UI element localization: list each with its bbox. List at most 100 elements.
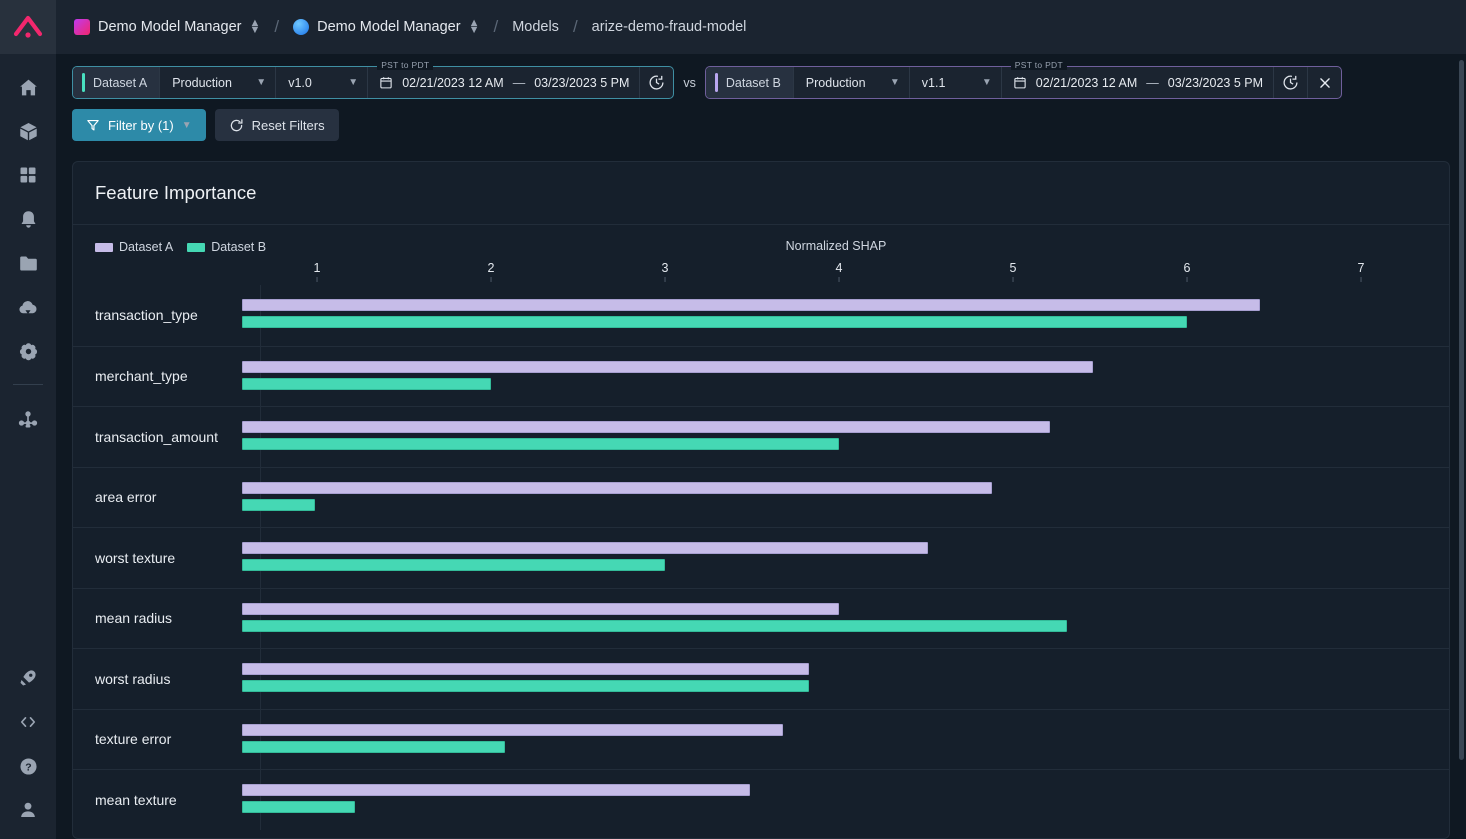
chart-rows: transaction_type merchant_type transaction… bbox=[73, 285, 1449, 838]
chart-row[interactable]: mean radius bbox=[73, 587, 1449, 648]
breadcrumb-org[interactable]: Demo Model Manager ▲ ▼ bbox=[293, 18, 480, 36]
chart-row[interactable]: texture error bbox=[73, 708, 1449, 770]
row-plot bbox=[242, 347, 1449, 407]
dataset-a-label: Dataset A bbox=[93, 75, 148, 90]
chart-row[interactable]: mean texture bbox=[73, 769, 1449, 830]
x-tick-label: 5 bbox=[1009, 261, 1017, 275]
bar-dataset-a[interactable] bbox=[242, 723, 784, 736]
x-tick-mark bbox=[1012, 277, 1014, 282]
x-tick-mark bbox=[490, 277, 492, 282]
x-tick-5: 5 bbox=[1009, 261, 1017, 282]
bar-dataset-b[interactable] bbox=[242, 680, 810, 692]
bar-dataset-a[interactable] bbox=[242, 542, 928, 554]
chart-row[interactable]: worst radius bbox=[73, 648, 1449, 709]
reset-filters-button[interactable]: Reset Filters bbox=[214, 109, 339, 141]
tracing-node-icon[interactable] bbox=[9, 405, 47, 435]
help-question-icon[interactable]: ? bbox=[9, 751, 47, 781]
breadcrumb-separator: / bbox=[274, 17, 280, 36]
row-plot bbox=[242, 407, 1449, 467]
bar-dataset-b[interactable] bbox=[242, 801, 356, 813]
bar-dataset-b[interactable] bbox=[242, 377, 491, 390]
dataset-b-environment-select[interactable]: Production ▼ bbox=[792, 67, 909, 98]
bar-dataset-a[interactable] bbox=[242, 602, 839, 615]
dataset-a-version-select[interactable]: v1.0 ▼ bbox=[275, 67, 367, 98]
rocket-icon[interactable] bbox=[9, 663, 47, 693]
bar-dataset-a[interactable] bbox=[242, 299, 1261, 311]
filters-row: Filter by (1) ▼ Reset Filters bbox=[72, 109, 1450, 153]
breadcrumb-model[interactable]: arize-demo-fraud-model bbox=[592, 19, 747, 35]
space-switcher-icon[interactable]: ▲ ▼ bbox=[249, 18, 260, 36]
x-tick-2: 2 bbox=[488, 261, 494, 282]
x-tick-label: 7 bbox=[1357, 261, 1365, 275]
space-avatar-icon bbox=[74, 19, 90, 35]
bar-dataset-a[interactable] bbox=[242, 481, 993, 494]
app-logo[interactable] bbox=[0, 0, 56, 54]
filter-by-button[interactable]: Filter by (1) ▼ bbox=[72, 109, 206, 141]
breadcrumb-org-label: Demo Model Manager bbox=[317, 19, 461, 35]
dataset-a-tag: Dataset A bbox=[73, 67, 160, 98]
monitors-bell-icon[interactable] bbox=[9, 204, 47, 234]
legend-item-dataset-b[interactable]: Dataset B bbox=[187, 240, 266, 254]
bar-dataset-b[interactable] bbox=[242, 559, 665, 571]
bar-dataset-b[interactable] bbox=[242, 498, 316, 511]
org-switcher-icon[interactable]: ▲ ▼ bbox=[469, 18, 480, 36]
upload-cloud-icon[interactable] bbox=[9, 292, 47, 322]
org-avatar-icon bbox=[293, 19, 310, 35]
bar-dataset-a[interactable] bbox=[242, 421, 1050, 433]
dashboards-grid-icon[interactable] bbox=[9, 160, 47, 190]
x-tick-mark bbox=[1186, 277, 1188, 282]
chart-row[interactable]: transaction_amount bbox=[73, 406, 1449, 467]
bar-dataset-b[interactable] bbox=[242, 438, 839, 450]
bar-dataset-a[interactable] bbox=[242, 360, 1094, 373]
dataset-b-version-select[interactable]: v1.1 ▼ bbox=[908, 67, 1001, 98]
models-cube-icon[interactable] bbox=[9, 116, 47, 146]
dataset-a-environment-select[interactable]: Production ▼ bbox=[159, 67, 275, 98]
feature-importance-chart: Dataset A Dataset B Normalized SHAP 1 2 3 4… bbox=[73, 225, 1449, 838]
close-x-icon[interactable] bbox=[1307, 67, 1341, 98]
dataset-a-timezone-label: PST to PDT bbox=[377, 60, 434, 70]
dataset-b-date-separator: — bbox=[1146, 75, 1159, 90]
chevron-down-icon: ▼ bbox=[348, 77, 359, 88]
settings-gear-icon[interactable] bbox=[9, 336, 47, 366]
chart-row[interactable]: merchant_type bbox=[73, 345, 1449, 407]
legend-item-dataset-a[interactable]: Dataset A bbox=[95, 240, 173, 254]
chart-row[interactable]: transaction_type bbox=[73, 285, 1449, 346]
dataset-b-date-range[interactable]: PST to PDT 02/21/2023 12 AM — 03/23/2023… bbox=[1000, 60, 1273, 98]
dataset-b-clock-history-icon[interactable] bbox=[1273, 67, 1307, 98]
breadcrumb-section[interactable]: Models bbox=[512, 19, 559, 35]
bar-dataset-a[interactable] bbox=[242, 784, 751, 796]
dataset-a-date-range[interactable]: PST to PDT 02/21/2023 12 AM — 03/23/2023… bbox=[367, 60, 639, 98]
dataset-b-label: Dataset B bbox=[725, 75, 781, 90]
dataset-b-environment-value: Production bbox=[805, 75, 866, 90]
x-tick-label: 6 bbox=[1183, 261, 1191, 275]
row-plot bbox=[242, 710, 1449, 770]
page-scrollbar[interactable] bbox=[1459, 60, 1464, 760]
x-tick-mark bbox=[838, 277, 840, 282]
rail-bottom-group: ? bbox=[9, 663, 47, 825]
row-plot bbox=[242, 285, 1449, 346]
row-plot bbox=[242, 468, 1449, 528]
main-area: Demo Model Manager ▲ ▼ / Demo Model Manag… bbox=[56, 0, 1466, 839]
feature-label: mean radius bbox=[73, 588, 261, 648]
left-nav-rail: ? bbox=[0, 0, 56, 839]
x-tick-6: 6 bbox=[1183, 261, 1191, 282]
row-plot bbox=[242, 770, 1449, 830]
bar-dataset-a[interactable] bbox=[242, 663, 810, 675]
projects-folder-icon[interactable] bbox=[9, 248, 47, 278]
card-header: Feature Importance bbox=[73, 162, 1449, 225]
bar-dataset-b[interactable] bbox=[242, 316, 1187, 328]
user-account-icon[interactable] bbox=[9, 795, 47, 825]
x-tick-4: 4 bbox=[836, 261, 842, 282]
x-tick-mark bbox=[316, 277, 318, 282]
dataset-a-clock-history-icon[interactable] bbox=[639, 67, 673, 98]
chevron-down-icon: ▼ bbox=[181, 119, 192, 131]
home-icon[interactable] bbox=[9, 72, 47, 102]
chart-row[interactable]: area error bbox=[73, 466, 1449, 528]
chart-row[interactable]: worst texture bbox=[73, 527, 1449, 588]
rail-divider bbox=[13, 384, 43, 385]
bar-dataset-b[interactable] bbox=[242, 740, 505, 753]
code-brackets-icon[interactable] bbox=[9, 707, 47, 737]
x-tick-label: 1 bbox=[313, 261, 321, 275]
breadcrumb-space[interactable]: Demo Model Manager ▲ ▼ bbox=[74, 18, 260, 36]
bar-dataset-b[interactable] bbox=[242, 619, 1067, 632]
